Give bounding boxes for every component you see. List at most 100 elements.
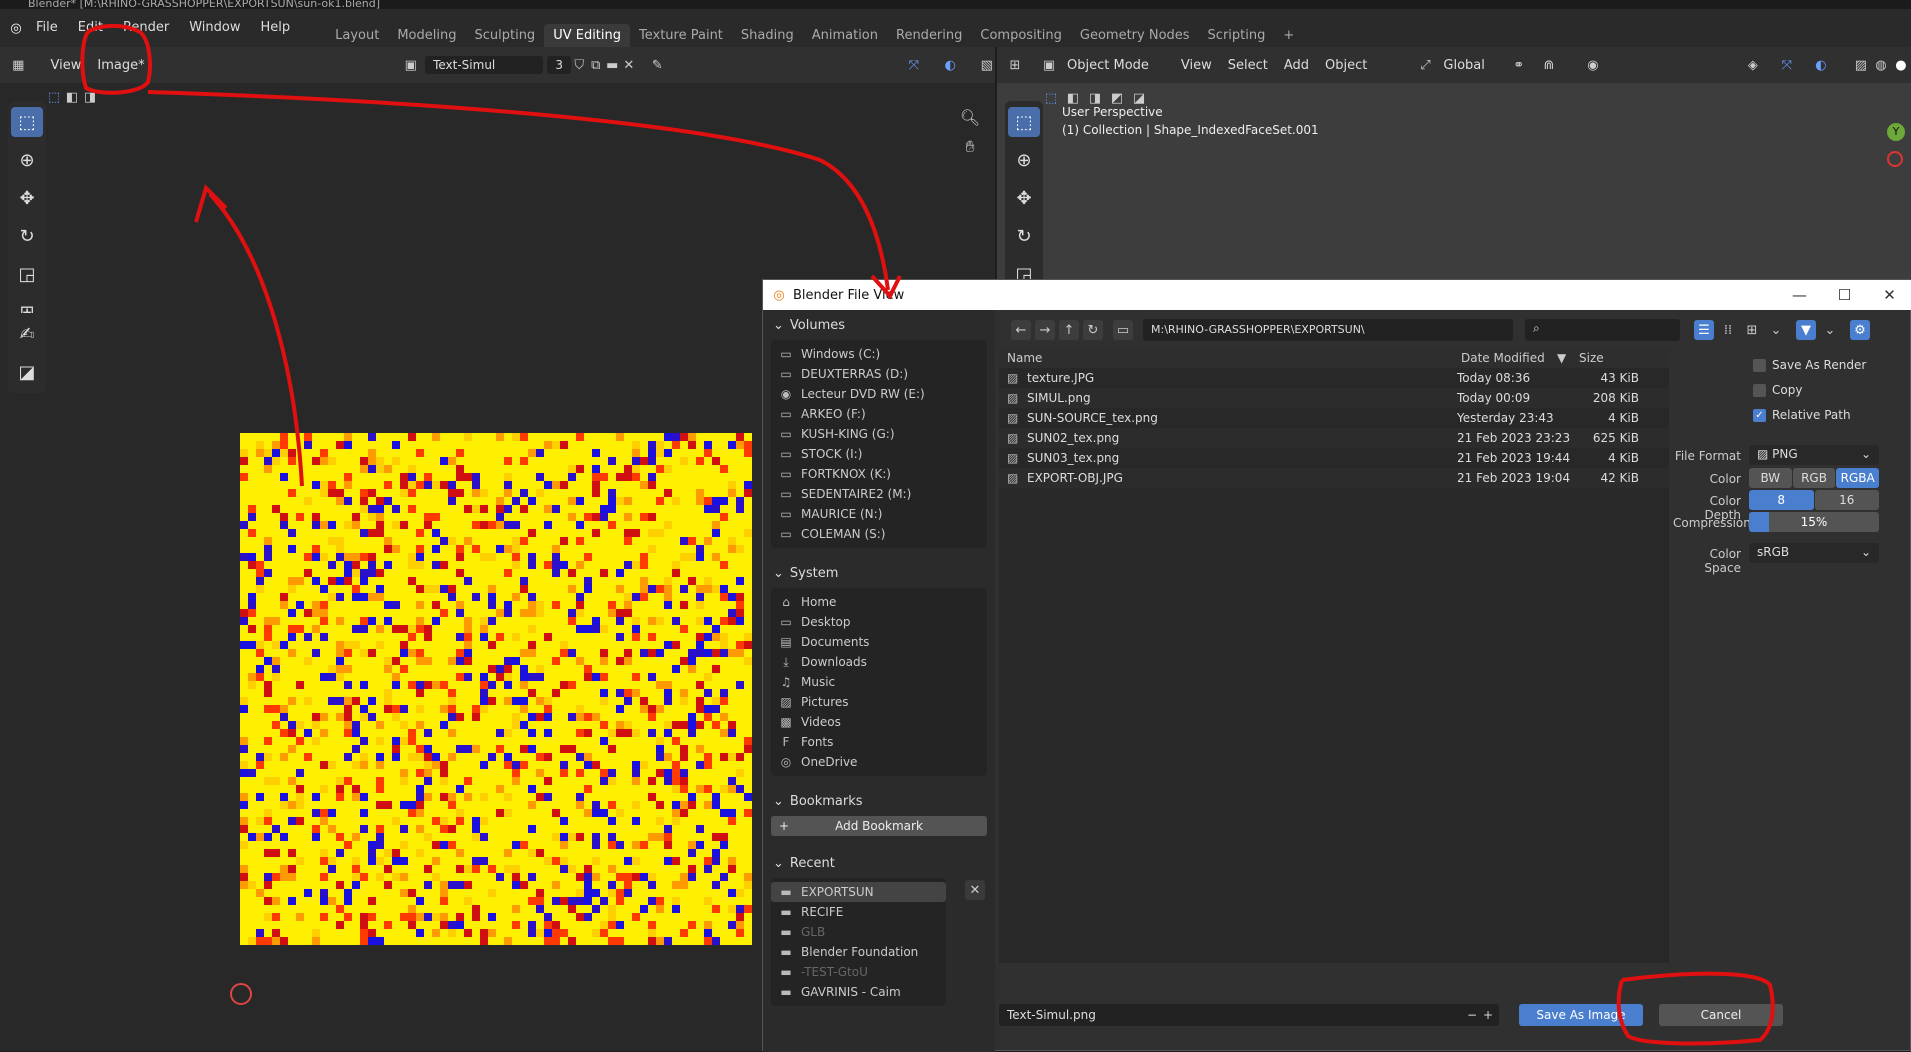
- pan-hand-icon[interactable]: ✋︎: [960, 137, 980, 157]
- list-view-icon[interactable]: ☰: [1694, 320, 1714, 340]
- settings-gear-icon[interactable]: ⚙: [1850, 320, 1870, 340]
- cursor-tool-icon[interactable]: ⊕: [1008, 145, 1040, 175]
- thumbnail-view-icon[interactable]: ⊞: [1742, 320, 1762, 340]
- unlink-image-icon[interactable]: ✕: [621, 55, 638, 75]
- select-tool-icon[interactable]: ⬚: [11, 107, 43, 137]
- parent-directory-icon[interactable]: ↑: [1059, 320, 1079, 340]
- menu-edit[interactable]: Edit: [68, 9, 113, 47]
- display-channels-icon[interactable]: ▧: [979, 55, 996, 75]
- xray-icon[interactable]: ▨: [1851, 55, 1871, 75]
- checkbox-copy[interactable]: [1753, 383, 1766, 397]
- checkbox-save-as-render[interactable]: [1753, 358, 1766, 372]
- tab-scripting[interactable]: Scripting: [1199, 24, 1275, 47]
- system-item[interactable]: ▤ Documents: [771, 632, 987, 652]
- editor-type-icon[interactable]: ▦: [10, 55, 27, 75]
- move-tool-icon[interactable]: ✥: [1008, 183, 1040, 213]
- tab-modeling[interactable]: Modeling: [388, 24, 465, 47]
- menu-image[interactable]: Image*: [89, 58, 152, 73]
- menu-view[interactable]: View: [43, 58, 90, 73]
- maximize-button[interactable]: ☐: [1822, 280, 1867, 310]
- cursor-tool-icon[interactable]: ⊕: [11, 145, 43, 175]
- recent-item[interactable]: ▬ GAVRINIS - Caim: [771, 982, 946, 1002]
- blender-logo-icon[interactable]: ◎: [6, 18, 26, 38]
- increment-icon[interactable]: +: [1483, 1006, 1493, 1024]
- pin-icon[interactable]: ✎: [649, 55, 666, 75]
- volume-item[interactable]: ▭ ARKEO (F:): [771, 404, 987, 424]
- recent-item[interactable]: ▬ EXPORTSUN: [771, 882, 946, 902]
- file-row[interactable]: ▨ SIMUL.png Today 00:09 208 KiB: [999, 388, 1669, 408]
- system-item[interactable]: ▨ Pictures: [771, 692, 987, 712]
- volume-item[interactable]: ▭ DEUXTERRAS (D:): [771, 364, 987, 384]
- system-item[interactable]: ▭ Desktop: [771, 612, 987, 632]
- add-bookmark-button[interactable]: + Add Bookmark: [771, 816, 987, 836]
- transform-orientation-icon[interactable]: ⤢: [1415, 55, 1435, 75]
- image-name-field[interactable]: Text-Simul: [425, 56, 544, 74]
- wireframe-shading-icon[interactable]: ◍: [1871, 55, 1891, 75]
- system-section-header[interactable]: ⌄ System: [763, 558, 995, 588]
- volumes-section-header[interactable]: ⌄ Volumes: [763, 310, 995, 340]
- tab-sculpting[interactable]: Sculpting: [465, 24, 544, 47]
- color-bw-button[interactable]: BW: [1749, 468, 1792, 488]
- rotate-tool-icon[interactable]: ↻: [11, 221, 43, 251]
- sort-dropdown-icon[interactable]: ⌄: [1766, 320, 1786, 340]
- tab-shading[interactable]: Shading: [732, 24, 803, 47]
- image-browse-icon[interactable]: ▣: [403, 55, 420, 75]
- tab-uv-editing[interactable]: UV Editing: [544, 24, 631, 47]
- file-row[interactable]: ▨ texture.JPG Today 08:36 43 KiB: [999, 368, 1669, 388]
- tab-layout[interactable]: Layout: [326, 24, 388, 47]
- menu-view[interactable]: View: [1173, 58, 1220, 73]
- volume-item[interactable]: ▭ SEDENTAIRE2 (M:): [771, 484, 987, 504]
- snap-icon[interactable]: ⋒: [1539, 55, 1559, 75]
- move-tool-icon[interactable]: ✥: [11, 183, 43, 213]
- menu-help[interactable]: Help: [251, 9, 301, 47]
- recent-item[interactable]: ▬ -TEST-GtoU: [771, 962, 946, 982]
- file-row[interactable]: ▨ SUN02_tex.png 21 Feb 2023 23:23 625 KiB: [999, 428, 1669, 448]
- recent-item[interactable]: ▬ Blender Foundation: [771, 942, 946, 962]
- volume-item[interactable]: ▭ KUSH-KING (G:): [771, 424, 987, 444]
- pivot-icon[interactable]: ⚭: [1509, 55, 1529, 75]
- checkbox-relative-path[interactable]: ✓: [1753, 408, 1766, 422]
- visibility-icon[interactable]: ◈: [1743, 55, 1763, 75]
- menu-window[interactable]: Window: [179, 9, 250, 47]
- tab-geometry-nodes[interactable]: Geometry Nodes: [1071, 24, 1199, 47]
- editor-type-icon[interactable]: ⊞: [1005, 55, 1025, 75]
- menu-render[interactable]: Render: [113, 9, 179, 47]
- annotate-tool-icon[interactable]: ✍: [11, 319, 43, 349]
- depth-8-button[interactable]: 8: [1749, 490, 1814, 510]
- volume-item[interactable]: ▭ Windows (C:): [771, 344, 987, 364]
- volume-item[interactable]: ▭ COLEMAN (S:): [771, 524, 987, 544]
- solid-shading-icon[interactable]: ●: [1891, 55, 1911, 75]
- column-size[interactable]: Size: [1577, 351, 1604, 365]
- fake-user-shield-icon[interactable]: ⛉: [571, 55, 588, 75]
- gizmo-x-axis[interactable]: [1887, 151, 1903, 167]
- forward-arrow-icon[interactable]: →: [1035, 320, 1055, 340]
- file-row[interactable]: ▨ SUN-SOURCE_tex.png Yesterday 23:43 4 KiB: [999, 408, 1669, 428]
- menu-add[interactable]: Add: [1276, 58, 1317, 73]
- search-input[interactable]: ⌕: [1525, 319, 1680, 341]
- recent-section-header[interactable]: ⌄ Recent: [763, 848, 995, 878]
- gizmo-icon[interactable]: ⤧: [1777, 55, 1797, 75]
- close-button[interactable]: ✕: [1867, 280, 1911, 310]
- select-tool-icon[interactable]: ⬚: [1008, 107, 1040, 137]
- system-item[interactable]: F Fonts: [771, 732, 987, 752]
- option-relative-path[interactable]: ✓ Relative Path: [1753, 408, 1851, 422]
- volume-item[interactable]: ▭ FORTKNOX (K:): [771, 464, 987, 484]
- clear-recent-icon[interactable]: ✕: [965, 880, 985, 900]
- directory-path-field[interactable]: M:\RHINO-GRASSHOPPER\EXPORTSUN\: [1143, 319, 1513, 341]
- rotate-tool-icon[interactable]: ↻: [1008, 221, 1040, 251]
- system-item[interactable]: ⌂ Home: [771, 592, 987, 612]
- rip-tool-icon[interactable]: ◪: [11, 357, 43, 387]
- menu-object[interactable]: Object: [1317, 58, 1375, 73]
- menu-file[interactable]: File: [26, 9, 68, 47]
- object-mode-dropdown[interactable]: Object Mode: [1059, 58, 1157, 73]
- volume-item[interactable]: ▭ STOCK (I:): [771, 444, 987, 464]
- recent-item[interactable]: ▬ GLB: [771, 922, 946, 942]
- option-copy[interactable]: Copy: [1753, 383, 1802, 397]
- tab-texture-paint[interactable]: Texture Paint: [630, 24, 732, 47]
- 2d-cursor-icon[interactable]: [230, 983, 252, 1005]
- bookmarks-section-header[interactable]: ⌄ Bookmarks: [763, 786, 995, 816]
- decrement-icon[interactable]: −: [1467, 1006, 1477, 1024]
- column-name[interactable]: Name: [999, 351, 1453, 365]
- system-item[interactable]: ▩ Videos: [771, 712, 987, 732]
- open-image-icon[interactable]: ▬: [604, 55, 621, 75]
